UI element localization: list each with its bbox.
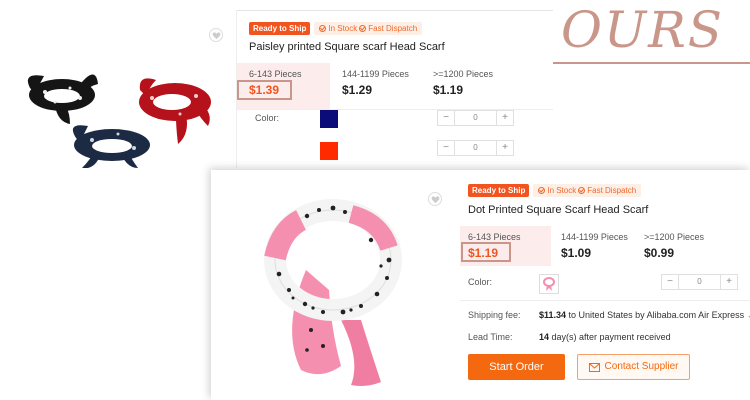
pink-ring-part xyxy=(264,210,307,261)
check-circle-icon xyxy=(578,187,586,194)
paisley-scarves-image xyxy=(27,74,211,169)
tier-price: $1.19 xyxy=(433,83,464,97)
lead-text: day(s) after payment received xyxy=(551,332,671,342)
badge-row: Ready to Ship In Stock Fast Dispatch xyxy=(249,22,423,35)
price-tier-2: 144-1199 Pieces $1.29 xyxy=(330,63,421,109)
ours-underline xyxy=(553,62,750,64)
favorite-heart-icon[interactable] xyxy=(428,192,442,206)
price-tier-2: 144-1199 Pieces $1.09 xyxy=(551,226,644,266)
tier-quantity: 6-143 Pieces xyxy=(249,69,302,79)
tier-price: $1.09 xyxy=(561,246,592,260)
fast-dispatch-label: Fast Dispatch xyxy=(587,186,637,195)
check-circle-icon xyxy=(359,25,367,32)
price-highlight-box xyxy=(461,242,511,262)
shipping-amount: $11.34 xyxy=(539,310,567,320)
plus-button[interactable]: + xyxy=(497,141,513,155)
plus-button[interactable]: + xyxy=(721,275,737,289)
price-tier-3: >=1200 Pieces $1.19 xyxy=(421,63,531,109)
product-card-dot: Ready to Ship In Stock Fast Dispatch Dot… xyxy=(211,170,750,400)
card-top-divider xyxy=(237,10,553,11)
stock-badge: In Stock Fast Dispatch xyxy=(533,184,642,197)
color-thumbnail[interactable] xyxy=(539,274,559,294)
pink-scarf-tail-left xyxy=(292,270,341,375)
product-title[interactable]: Dot Printed Square Scarf Head Scarf xyxy=(468,204,648,216)
product-image-paisley[interactable] xyxy=(0,10,237,169)
color-label: Color: xyxy=(255,113,280,123)
tier-quantity: 6-143 Pieces xyxy=(468,232,521,242)
mail-icon xyxy=(588,362,600,372)
ready-to-ship-badge: Ready to Ship xyxy=(249,22,311,35)
minus-button[interactable]: − xyxy=(438,111,454,125)
product-card-paisley: Ready to Ship In Stock Fast Dispatch Pai… xyxy=(0,10,553,169)
plus-button[interactable]: + xyxy=(497,111,513,125)
quantity-input[interactable]: 0 xyxy=(454,141,497,155)
tier-quantity: 144-1199 Pieces xyxy=(561,232,628,242)
start-order-button[interactable]: Start Order xyxy=(468,354,565,380)
pink-scarf-tail-right xyxy=(341,320,381,386)
check-circle-icon xyxy=(319,25,327,32)
scarf-thumbnail-icon xyxy=(543,277,555,291)
color-swatch-red[interactable] xyxy=(320,142,338,160)
shipping-text: to United States by Alibaba.com Air Expr… xyxy=(568,310,745,320)
color-label: Color: xyxy=(468,277,493,287)
shipping-label: Shipping fee: xyxy=(468,310,521,320)
product-image-dot[interactable] xyxy=(211,170,460,400)
red-scarf-shape xyxy=(139,78,211,144)
color-swatch-navy[interactable] xyxy=(320,110,338,128)
lead-days: 14 xyxy=(539,332,550,342)
minus-button[interactable]: − xyxy=(438,141,454,155)
tier-quantity: 144-1199 Pieces xyxy=(342,69,409,79)
navy-scarf-shape xyxy=(72,125,150,169)
tier-quantity: >=1200 Pieces xyxy=(644,232,705,242)
ours-label: OURS xyxy=(561,1,725,59)
lead-time-info: 14 day(s) after payment received xyxy=(539,332,671,342)
ready-to-ship-badge: Ready to Ship xyxy=(468,184,530,197)
in-stock-label: In Stock xyxy=(547,186,577,195)
tier-quantity: >=1200 Pieces xyxy=(433,69,494,79)
chevron-down-icon[interactable]: ⌄ xyxy=(747,310,750,320)
minus-button[interactable]: − xyxy=(662,275,678,289)
ours-overlay: OURS xyxy=(553,0,750,64)
divider xyxy=(460,300,750,301)
quantity-stepper: − 0 + xyxy=(437,110,514,126)
black-scarf-shape xyxy=(27,74,98,124)
price-highlight-box xyxy=(237,80,292,100)
tier-price: $1.29 xyxy=(342,83,373,97)
shipping-info: $11.34 to United States by Alibaba.com A… xyxy=(539,310,750,321)
contact-supplier-button[interactable]: Contact Supplier xyxy=(577,354,690,380)
quantity-stepper: − 0 + xyxy=(437,140,514,156)
dot-scarf-image xyxy=(264,199,402,386)
quantity-input[interactable]: 0 xyxy=(454,111,497,125)
contact-supplier-label: Contact Supplier xyxy=(604,361,679,372)
stock-badge: In Stock Fast Dispatch xyxy=(314,22,423,35)
tier-price: $0.99 xyxy=(644,246,675,260)
quantity-stepper: − 0 + xyxy=(661,274,738,290)
in-stock-label: In Stock xyxy=(328,24,358,33)
quantity-input[interactable]: 0 xyxy=(678,275,721,289)
price-tier-3: >=1200 Pieces $0.99 xyxy=(644,226,744,266)
product-title[interactable]: Paisley printed Square scarf Head Scarf xyxy=(249,41,445,53)
favorite-heart-icon[interactable] xyxy=(209,28,223,42)
fast-dispatch-label: Fast Dispatch xyxy=(368,24,418,33)
lead-time-label: Lead Time: xyxy=(468,332,513,342)
check-circle-icon xyxy=(538,187,546,194)
badge-row: Ready to Ship In Stock Fast Dispatch xyxy=(468,184,642,197)
